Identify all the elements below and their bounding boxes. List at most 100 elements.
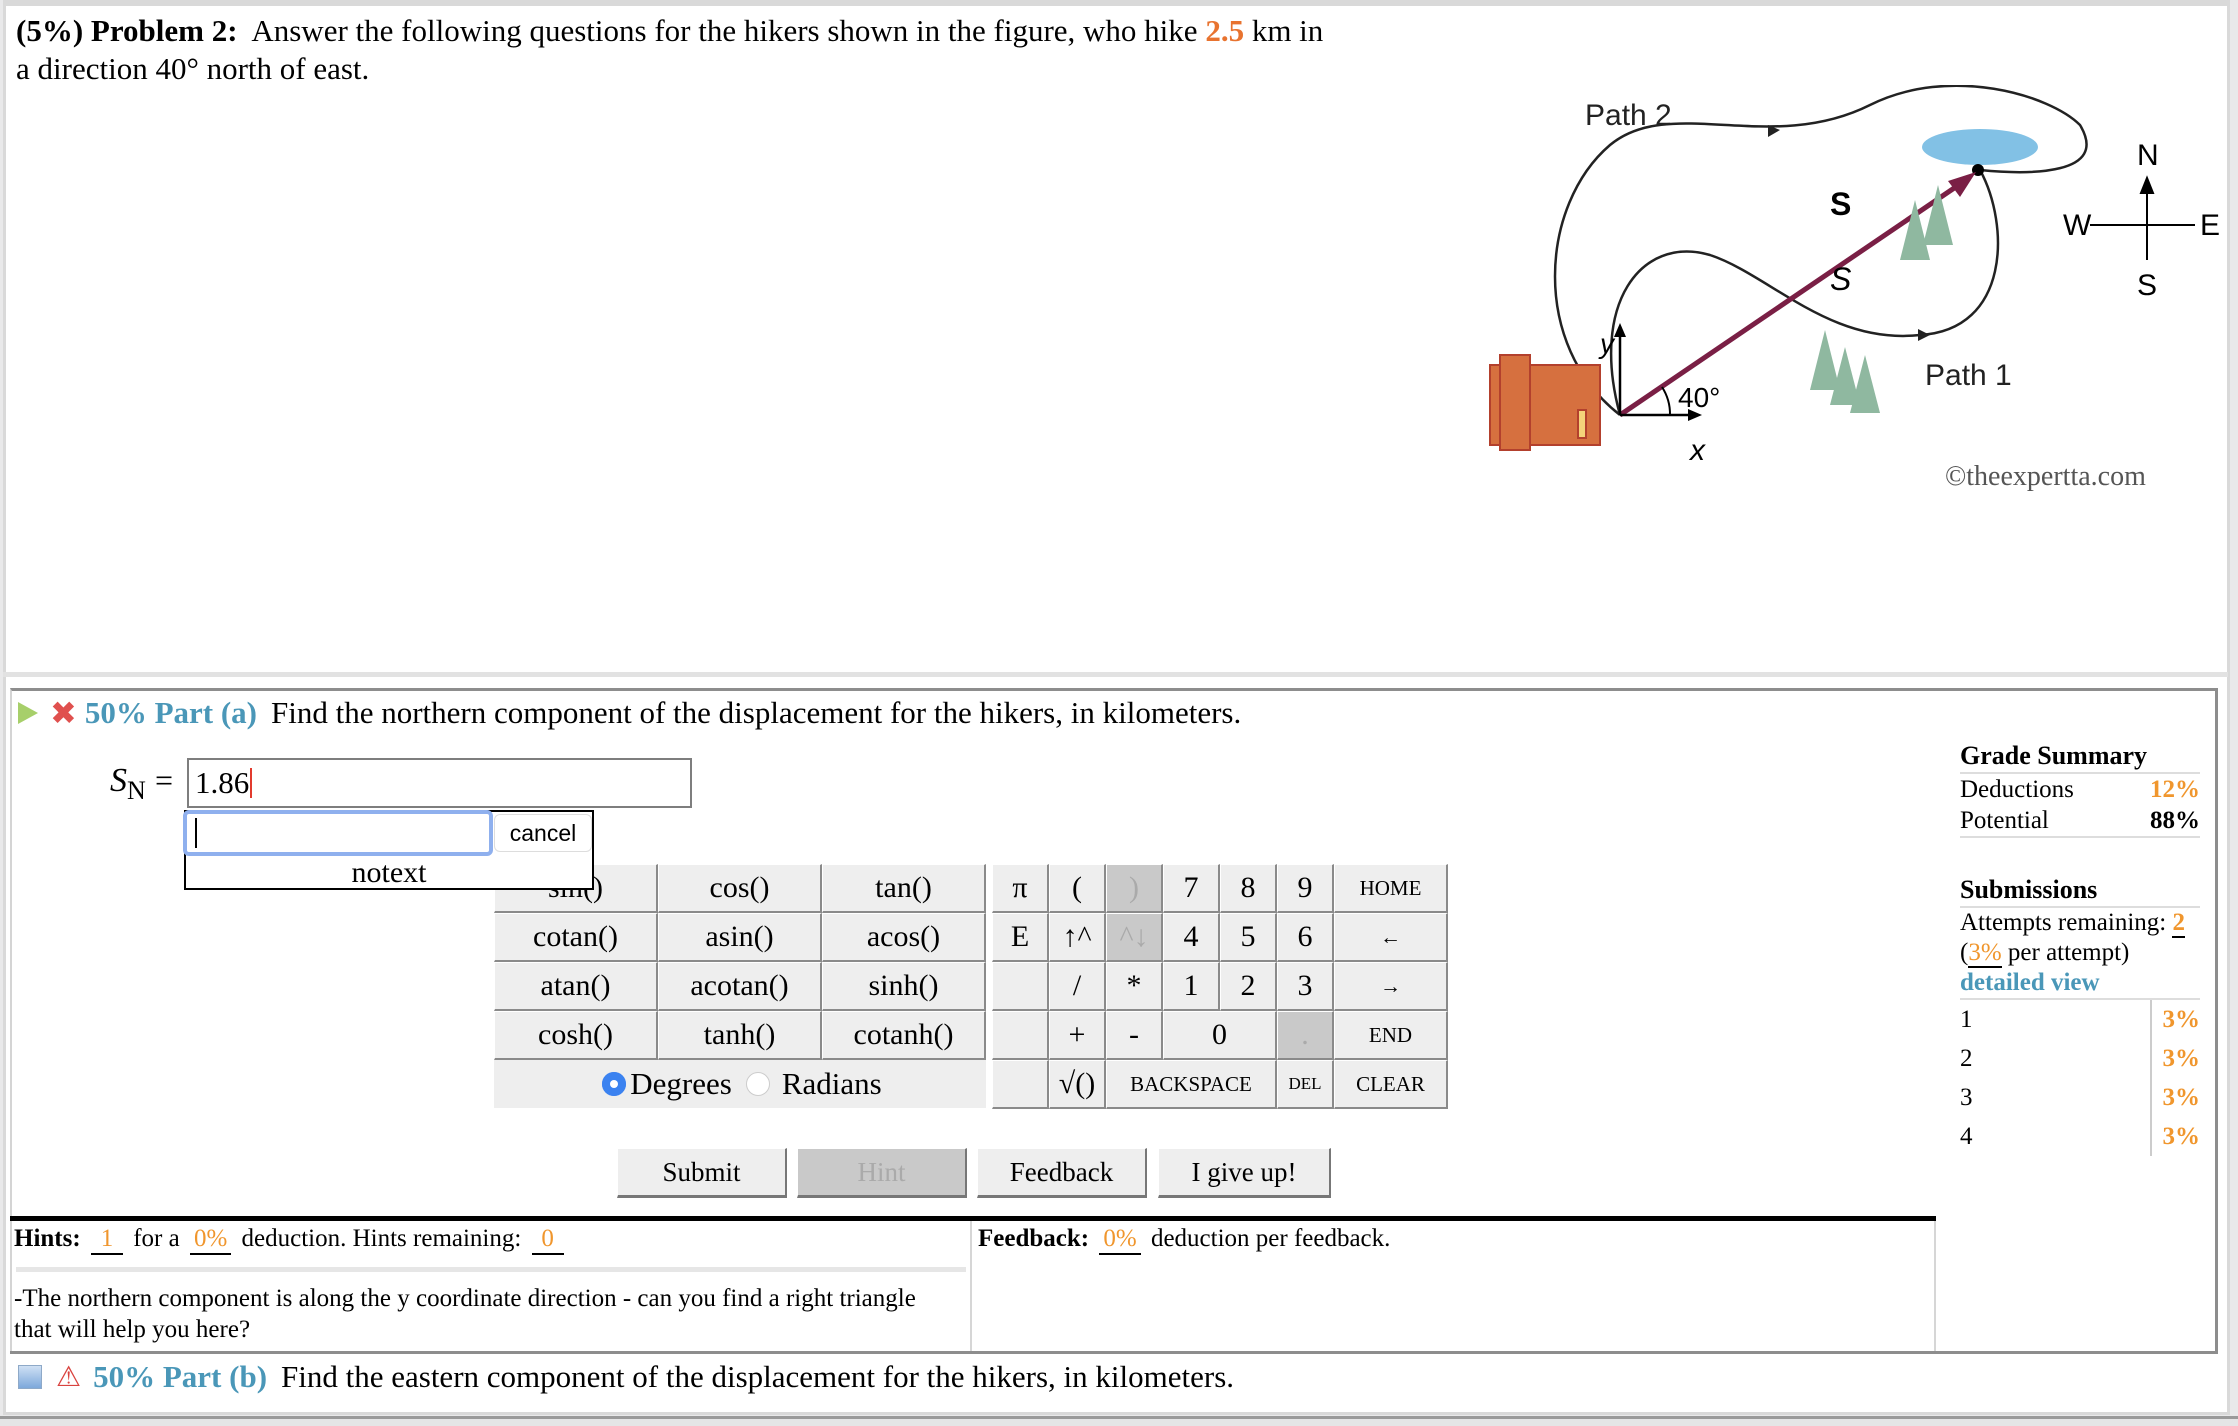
key-acotan[interactable]: acotan(): [658, 962, 822, 1011]
key-del[interactable]: DEL: [1277, 1060, 1334, 1109]
answer-variable-label: SN: [110, 762, 146, 806]
key-tanh[interactable]: tanh(): [658, 1011, 822, 1060]
key-end[interactable]: END: [1334, 1011, 1448, 1060]
key-e[interactable]: E: [992, 913, 1049, 962]
key-9[interactable]: 9: [1277, 864, 1334, 913]
hints-deduction-text: deduction. Hints remaining:: [241, 1225, 522, 1252]
key-right-paren[interactable]: ): [1106, 864, 1163, 913]
radians-radio[interactable]: [745, 1072, 770, 1096]
key-acos[interactable]: acos(): [822, 913, 986, 962]
degrees-label[interactable]: Degrees: [630, 1066, 732, 1102]
hiker-figure: Path 2 Path 1 S S 40° x y N W E S ©theex…: [1489, 85, 2220, 492]
submission-deduction: 3%: [2162, 1123, 2201, 1150]
incorrect-x-icon: ✖: [50, 694, 77, 732]
key-minus[interactable]: -: [1106, 1011, 1163, 1060]
key-1[interactable]: 1: [1163, 962, 1220, 1011]
key-superscript-down[interactable]: ^↓: [1106, 913, 1163, 962]
angle-mode-toggle: Degrees Radians: [494, 1060, 986, 1108]
feedback-summary: Feedback: 0% deduction per feedback.: [974, 1221, 1934, 1257]
cabin: [1489, 354, 1601, 451]
key-0[interactable]: 0: [1163, 1011, 1277, 1060]
submission-row: 4 3%: [1960, 1117, 2200, 1156]
part-b-header[interactable]: ⚠ 50% Part (b) Find the eastern componen…: [18, 1357, 1234, 1397]
hints-remaining: 0: [531, 1225, 564, 1255]
hints-panel: Hints: 1 for a 0% deduction. Hints remai…: [10, 1221, 972, 1351]
radians-label[interactable]: Radians: [782, 1066, 882, 1102]
key-pi[interactable]: π: [992, 864, 1049, 913]
key-multiply[interactable]: *: [1106, 962, 1163, 1011]
expand-box-icon[interactable]: [18, 1365, 42, 1389]
per-attempt: (3% per attempt): [1960, 939, 2130, 968]
key-sqrt[interactable]: √(): [1049, 1060, 1106, 1109]
key-home[interactable]: HOME: [1334, 864, 1448, 913]
part-a-question: Find the northern component of the displ…: [270, 695, 1242, 730]
answer-value: 1.86: [195, 765, 250, 800]
potential-value: 88%: [2150, 807, 2200, 834]
deductions-value: 12%: [2150, 776, 2200, 803]
part-a-bottom-border: [10, 1351, 2218, 1354]
key-plus[interactable]: +: [1049, 1011, 1106, 1060]
hints-summary: Hints: 1 for a 0% deduction. Hints remai…: [10, 1221, 970, 1257]
hints-used-count: 1: [90, 1225, 123, 1255]
part-a-header[interactable]: ✖ 50% Part (a) Find the northern compone…: [18, 693, 1241, 733]
part-b-percent: 50% Part (b): [93, 1359, 268, 1394]
per-attempt-text: per attempt): [2007, 939, 2130, 966]
key-left-paren[interactable]: (: [1049, 864, 1106, 913]
deductions-row: Deductions 12%: [1960, 774, 2200, 805]
key-cotan[interactable]: cotan(): [494, 913, 658, 962]
key-6[interactable]: 6: [1277, 913, 1334, 962]
popup-notext-option[interactable]: notext: [186, 858, 592, 888]
feedback-button[interactable]: Feedback: [977, 1148, 1147, 1198]
key-clear[interactable]: CLEAR: [1334, 1060, 1448, 1109]
feedback-deduction: 0%: [1099, 1225, 1141, 1255]
key-superscript-up[interactable]: ↑^: [1049, 913, 1106, 962]
key-decimal[interactable]: .: [1277, 1011, 1334, 1060]
y-axis-arrow: [1614, 323, 1626, 337]
part-a-percent: 50% Part (a): [84, 695, 257, 730]
vector-label-italic: S: [1830, 261, 1851, 297]
displacement-arrowhead: [1948, 172, 1976, 197]
expand-play-icon[interactable]: [18, 702, 38, 724]
key-3[interactable]: 3: [1277, 962, 1334, 1011]
key-asin[interactable]: asin(): [658, 913, 822, 962]
hint-button[interactable]: Hint: [797, 1148, 967, 1198]
submission-row: 3 3%: [1960, 1078, 2200, 1117]
key-tan[interactable]: tan(): [822, 864, 986, 913]
key-sinh[interactable]: sinh(): [822, 962, 986, 1011]
popup-cancel-button[interactable]: cancel: [494, 814, 592, 852]
key-cos[interactable]: cos(): [658, 864, 822, 913]
watermark: ©theexpertta.com: [1945, 461, 2146, 492]
submit-button[interactable]: Submit: [617, 1148, 787, 1198]
problem-text: Answer the following questions for the h…: [251, 13, 1198, 48]
give-up-button[interactable]: I give up!: [1158, 1148, 1331, 1198]
key-backspace[interactable]: BACKSPACE: [1106, 1060, 1277, 1109]
key-5[interactable]: 5: [1220, 913, 1277, 962]
key-cotanh[interactable]: cotanh(): [822, 1011, 986, 1060]
popup-caret: [195, 818, 197, 848]
key-2[interactable]: 2: [1220, 962, 1277, 1011]
key-cosh[interactable]: cosh(): [494, 1011, 658, 1060]
bottom-bar: [0, 1416, 2238, 1426]
key-blank-3: [992, 1060, 1049, 1109]
key-atan[interactable]: atan(): [494, 962, 658, 1011]
variable-symbol: S: [110, 762, 127, 799]
autocomplete-popup: cancel notext: [183, 810, 594, 890]
key-divide[interactable]: /: [1049, 962, 1106, 1011]
problem-label: Problem 2:: [90, 13, 238, 48]
key-7[interactable]: 7: [1163, 864, 1220, 913]
key-8[interactable]: 8: [1220, 864, 1277, 913]
degrees-radio[interactable]: [602, 1072, 627, 1096]
warning-icon: ⚠: [56, 1360, 82, 1393]
path-1-label: Path 1: [1925, 359, 2012, 392]
per-attempt-value: 3%: [1968, 939, 2002, 968]
popup-text-field[interactable]: [183, 810, 493, 856]
key-4[interactable]: 4: [1163, 913, 1220, 962]
answer-input[interactable]: 1.86: [187, 758, 692, 808]
submission-row: 1 3%: [1960, 1000, 2200, 1039]
key-right-arrow[interactable]: →: [1334, 962, 1448, 1011]
deductions-label: Deductions: [1960, 776, 2074, 803]
key-left-arrow[interactable]: ←: [1334, 913, 1448, 962]
detailed-view-link[interactable]: detailed view: [1960, 968, 2200, 1000]
compass-n: N: [2137, 139, 2159, 172]
submission-list-divider: [2150, 1000, 2152, 1156]
